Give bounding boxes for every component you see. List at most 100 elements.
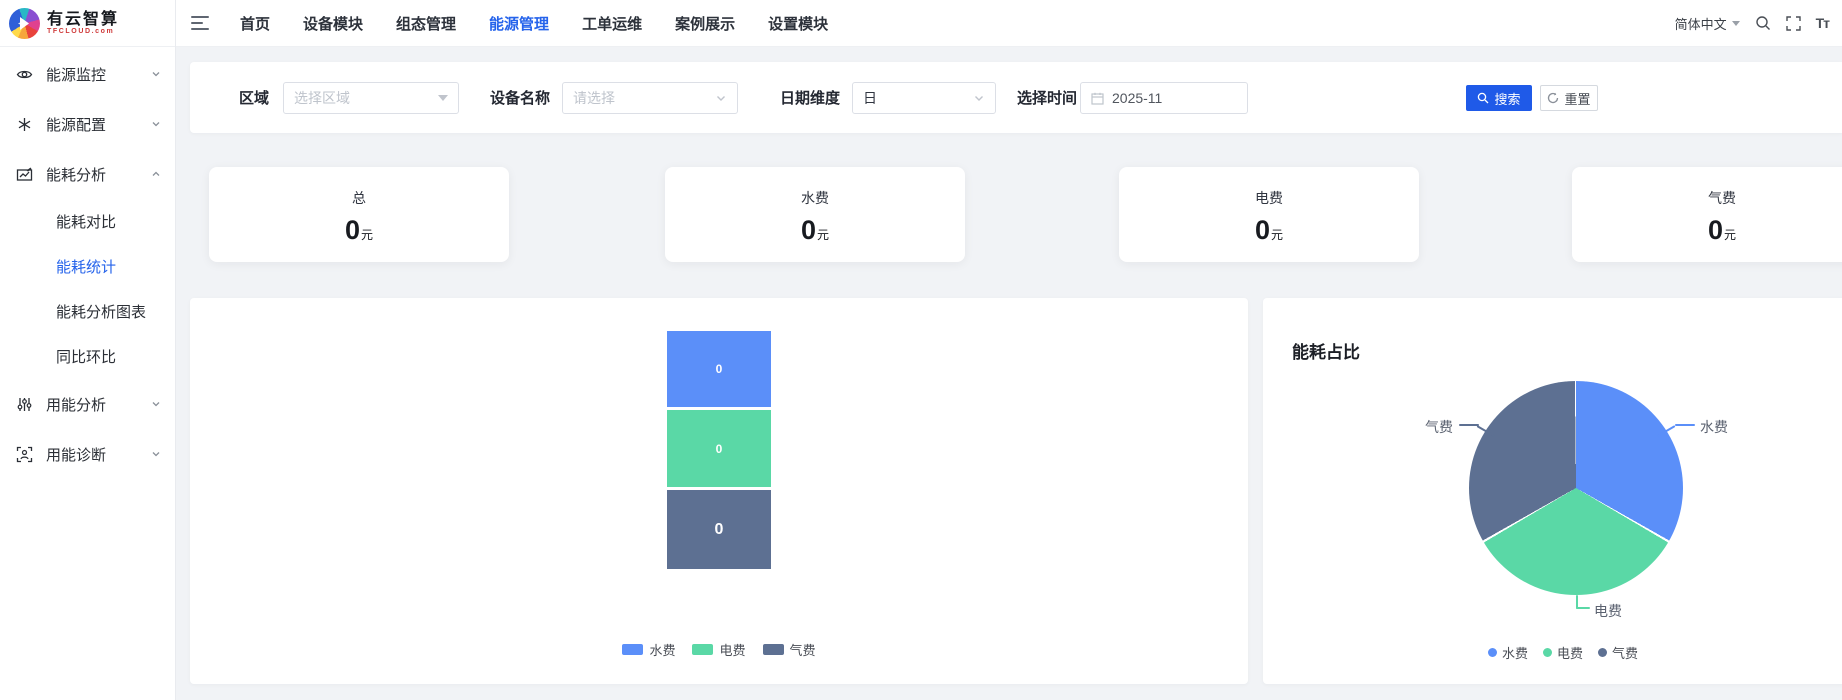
stat-card-water: 水费 0元: [665, 167, 965, 262]
sidebar-item-energy-analysis[interactable]: 能耗分析: [0, 149, 175, 199]
sidebar-item-energy-statistics[interactable]: 能耗统计: [0, 244, 175, 289]
sidebar-item-energy-config[interactable]: 能源配置: [0, 99, 175, 149]
device-name-label: 设备名称: [490, 90, 551, 107]
sidebar-item-yoy-mom[interactable]: 同比环比: [0, 334, 175, 379]
stat-card-gas: 气费 0元: [1572, 167, 1842, 262]
app-window: 有云智算 TFCLOUD.com 首页 设备模块 组态管理 能源管理 工单运维 …: [0, 0, 1842, 700]
region-select[interactable]: 选择区域: [283, 82, 459, 114]
stat-number: 0: [1254, 215, 1270, 245]
bar-segment-electric[interactable]: 0: [667, 410, 771, 487]
stat-label: 水费: [801, 190, 829, 206]
legend-item-water[interactable]: 水费: [622, 640, 675, 659]
reset-button-label: 重置: [1564, 91, 1591, 107]
sidebar-item-label: 能耗分析: [46, 166, 107, 184]
sidebar-item-label: 用能分析: [46, 396, 107, 414]
time-picker[interactable]: 2025-11: [1080, 82, 1248, 114]
pie-chart[interactable]: [1469, 381, 1683, 595]
pie-callout-line: [1576, 607, 1590, 609]
legend-item-electric[interactable]: 电费: [692, 640, 746, 659]
device-placeholder: 请选择: [573, 90, 615, 106]
legend-item-electric[interactable]: 电费: [1542, 643, 1583, 662]
legend-swatch: [622, 644, 644, 655]
language-selector[interactable]: 简体中文: [1675, 14, 1740, 33]
date-dimension-label: 日期维度: [780, 90, 841, 107]
sidebar-subitem-label: 能耗对比: [56, 214, 117, 231]
sidebar-item-label: 能源监控: [46, 66, 107, 84]
chevron-down-icon: [717, 96, 725, 101]
search-button-label: 搜索: [1494, 91, 1521, 107]
date-dimension-value: 日: [863, 90, 877, 106]
stat-label: 总: [352, 190, 366, 206]
legend-label: 水费: [1501, 646, 1528, 661]
tab-scada-management[interactable]: 组态管理: [396, 13, 456, 34]
bar-segment-gas[interactable]: 0: [667, 490, 771, 569]
region-placeholder: 选择区域: [294, 90, 350, 106]
reset-button[interactable]: 重置: [1540, 85, 1598, 111]
brand-name: 有云智算: [47, 11, 120, 28]
eye-icon: [16, 70, 33, 78]
tab-settings-module[interactable]: 设置模块: [768, 13, 828, 34]
pie-callout-gas: 气费: [1425, 419, 1453, 435]
pie-callout-electric: 电费: [1594, 603, 1622, 619]
legend-item-water[interactable]: 水费: [1487, 643, 1528, 662]
stat-unit: 元: [361, 228, 374, 242]
language-label: 简体中文: [1674, 16, 1727, 32]
tab-home[interactable]: 首页: [240, 13, 270, 34]
main-content: 区域 选择区域 设备名称 请选择 日期维度 日 选择时间 2025-11 搜索 …: [176, 47, 1842, 700]
sidebar-item-energy-analysis-charts[interactable]: 能耗分析图表: [0, 289, 175, 334]
stat-number: 0: [1707, 215, 1723, 245]
topbar: 有云智算 TFCLOUD.com 首页 设备模块 组态管理 能源管理 工单运维 …: [0, 0, 1842, 47]
chevron-down-icon: [152, 72, 160, 77]
sidebar-subitem-label: 能耗分析图表: [56, 304, 147, 321]
legend-dot: [1487, 648, 1497, 657]
refresh-icon: [1548, 92, 1559, 104]
bar-segment-water[interactable]: 0: [667, 331, 771, 407]
collapse-sidebar-icon[interactable]: [191, 16, 211, 30]
search-icon[interactable]: [1755, 15, 1771, 31]
font-size-icon[interactable]: Tᴛ: [1816, 15, 1830, 31]
sidebar-item-energy-compare[interactable]: 能耗对比: [0, 199, 175, 244]
sidebar-item-usage-analysis[interactable]: 用能分析: [0, 379, 175, 429]
fullscreen-icon[interactable]: [1785, 15, 1801, 31]
pie-chart-title: 能耗占比: [1292, 343, 1360, 362]
stat-value: 0元: [665, 215, 965, 246]
stat-card-total: 总 0元: [209, 167, 509, 262]
legend-item-gas[interactable]: 气费: [762, 640, 816, 659]
legend-label: 气费: [789, 643, 816, 658]
tab-work-order[interactable]: 工单运维: [582, 13, 642, 34]
bar-segment-value: 0: [715, 362, 723, 376]
sliders-icon: [17, 397, 32, 411]
stacked-bar-chart-panel: 0 0 0 水费 电费 气费: [190, 298, 1248, 684]
sidebar-item-energy-monitor[interactable]: 能源监控: [0, 49, 175, 99]
legend-dot: [1542, 648, 1552, 657]
brand-subtitle: TFCLOUD.com: [47, 28, 115, 35]
legend-item-gas[interactable]: 气费: [1598, 643, 1638, 662]
sidebar-subitem-label: 能耗统计: [56, 259, 117, 276]
stat-value: 0元: [1119, 215, 1419, 246]
legend-swatch: [762, 644, 784, 655]
logo[interactable]: 有云智算 TFCLOUD.com: [0, 0, 176, 47]
legend-label: 电费: [1556, 646, 1583, 661]
tab-device-module[interactable]: 设备模块: [303, 13, 363, 34]
search-button[interactable]: 搜索: [1466, 85, 1532, 111]
legend-label: 水费: [649, 643, 676, 658]
date-dimension-select[interactable]: 日: [852, 82, 996, 114]
person-scan-icon: [16, 446, 33, 462]
stat-unit: 元: [1271, 228, 1284, 242]
stat-unit: 元: [1724, 228, 1737, 242]
tab-energy-management[interactable]: 能源管理: [489, 13, 549, 34]
sidebar: 能源监控 能源配置 能耗分析 能耗对比 能耗统计 能耗分析图表 同比环比 用能分…: [0, 47, 176, 700]
select-time-label: 选择时间: [1017, 90, 1078, 107]
tab-case-showcase[interactable]: 案例展示: [675, 13, 735, 34]
stat-value: 0元: [209, 215, 509, 246]
stat-label: 电费: [1255, 190, 1283, 206]
stat-value: 0元: [1572, 215, 1842, 246]
stat-label: 气费: [1708, 190, 1736, 206]
sidebar-item-usage-diagnosis[interactable]: 用能诊断: [0, 429, 175, 479]
stat-unit: 元: [817, 228, 830, 242]
logo-icon: [9, 7, 40, 39]
sidebar-subitem-label: 同比环比: [56, 349, 117, 366]
bar-segment-value: 0: [715, 441, 723, 456]
device-select[interactable]: 请选择: [562, 82, 738, 114]
stacked-bar: 0 0 0: [667, 331, 771, 569]
